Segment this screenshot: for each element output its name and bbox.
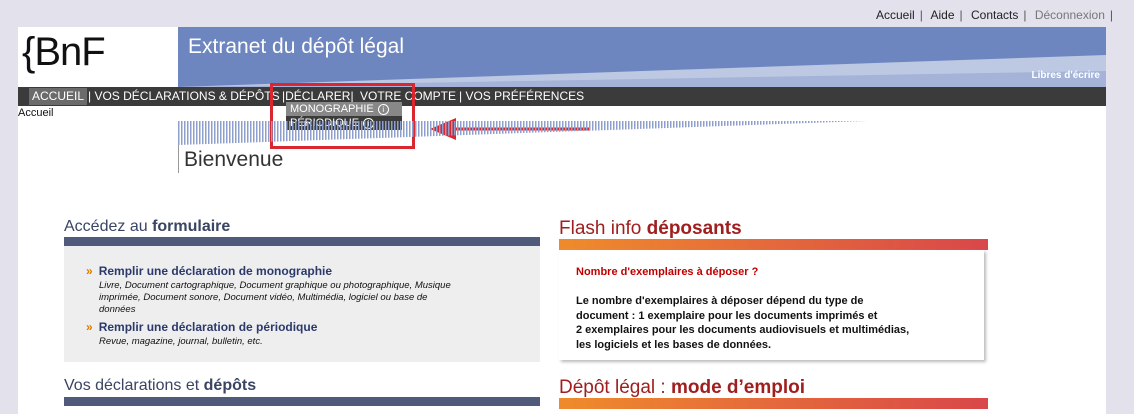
main-nav: ACCUEIL | VOS DÉCLARATIONS & DÉPÔTS |DÉC… xyxy=(18,87,1106,106)
declarations-heading: Vos déclarations et dépôts xyxy=(64,377,257,394)
flash-question: Nombre d'exemplaires à déposer ? xyxy=(576,266,759,278)
flash-text: Le nombre d'exemplaires à déposer dépend… xyxy=(576,295,910,351)
top-links: Accueil | Aide | Contacts | Déconnexion | xyxy=(876,8,1113,22)
periodique-description: Revue, magazine, journal, bulletin, etc. xyxy=(99,336,263,347)
bnf-logo[interactable]: {BnF xyxy=(22,30,106,75)
depot-heading: Dépôt légal : mode d’emploi xyxy=(559,377,806,398)
top-link-accueil[interactable]: Accueil xyxy=(876,8,915,22)
top-link-contacts[interactable]: Contacts xyxy=(971,8,1018,22)
page-title: Bienvenue xyxy=(184,148,284,171)
flash-heading: Flash info déposants xyxy=(559,218,742,239)
declarations-bar xyxy=(64,397,540,406)
site-title: Extranet du dépôt légal xyxy=(188,35,404,58)
site-tagline: Libres d'écrire xyxy=(1031,70,1100,81)
welcome-decoration xyxy=(178,121,868,145)
link-periodique[interactable]: » Remplir une déclaration de périodique xyxy=(86,320,317,334)
flash-bar xyxy=(559,239,988,250)
header-banner: Extranet du dépôt légal Libres d'écrire xyxy=(178,27,1106,87)
top-link-deconnexion[interactable]: Déconnexion xyxy=(1035,8,1105,22)
breadcrumb: Accueil xyxy=(18,107,54,119)
nav-preferences[interactable]: | VOS PRÉFÉRENCES xyxy=(459,89,584,103)
nav-declarations[interactable]: | VOS DÉCLARATIONS & DÉPÔTS xyxy=(88,89,280,103)
welcome-divider xyxy=(178,145,179,173)
chevron-right-icon: » xyxy=(86,264,93,278)
depot-bar xyxy=(559,398,988,409)
nav-accueil[interactable]: ACCUEIL xyxy=(29,88,88,105)
link-monographie[interactable]: » Remplir une déclaration de monographie xyxy=(86,264,332,278)
formulaire-bar xyxy=(64,237,540,246)
chevron-right-icon: » xyxy=(86,320,93,334)
top-link-aide[interactable]: Aide xyxy=(930,8,954,22)
formulaire-heading: Accédez au formulaire xyxy=(64,218,231,235)
monographie-description: Livre, Document cartographique, Document… xyxy=(99,280,451,315)
